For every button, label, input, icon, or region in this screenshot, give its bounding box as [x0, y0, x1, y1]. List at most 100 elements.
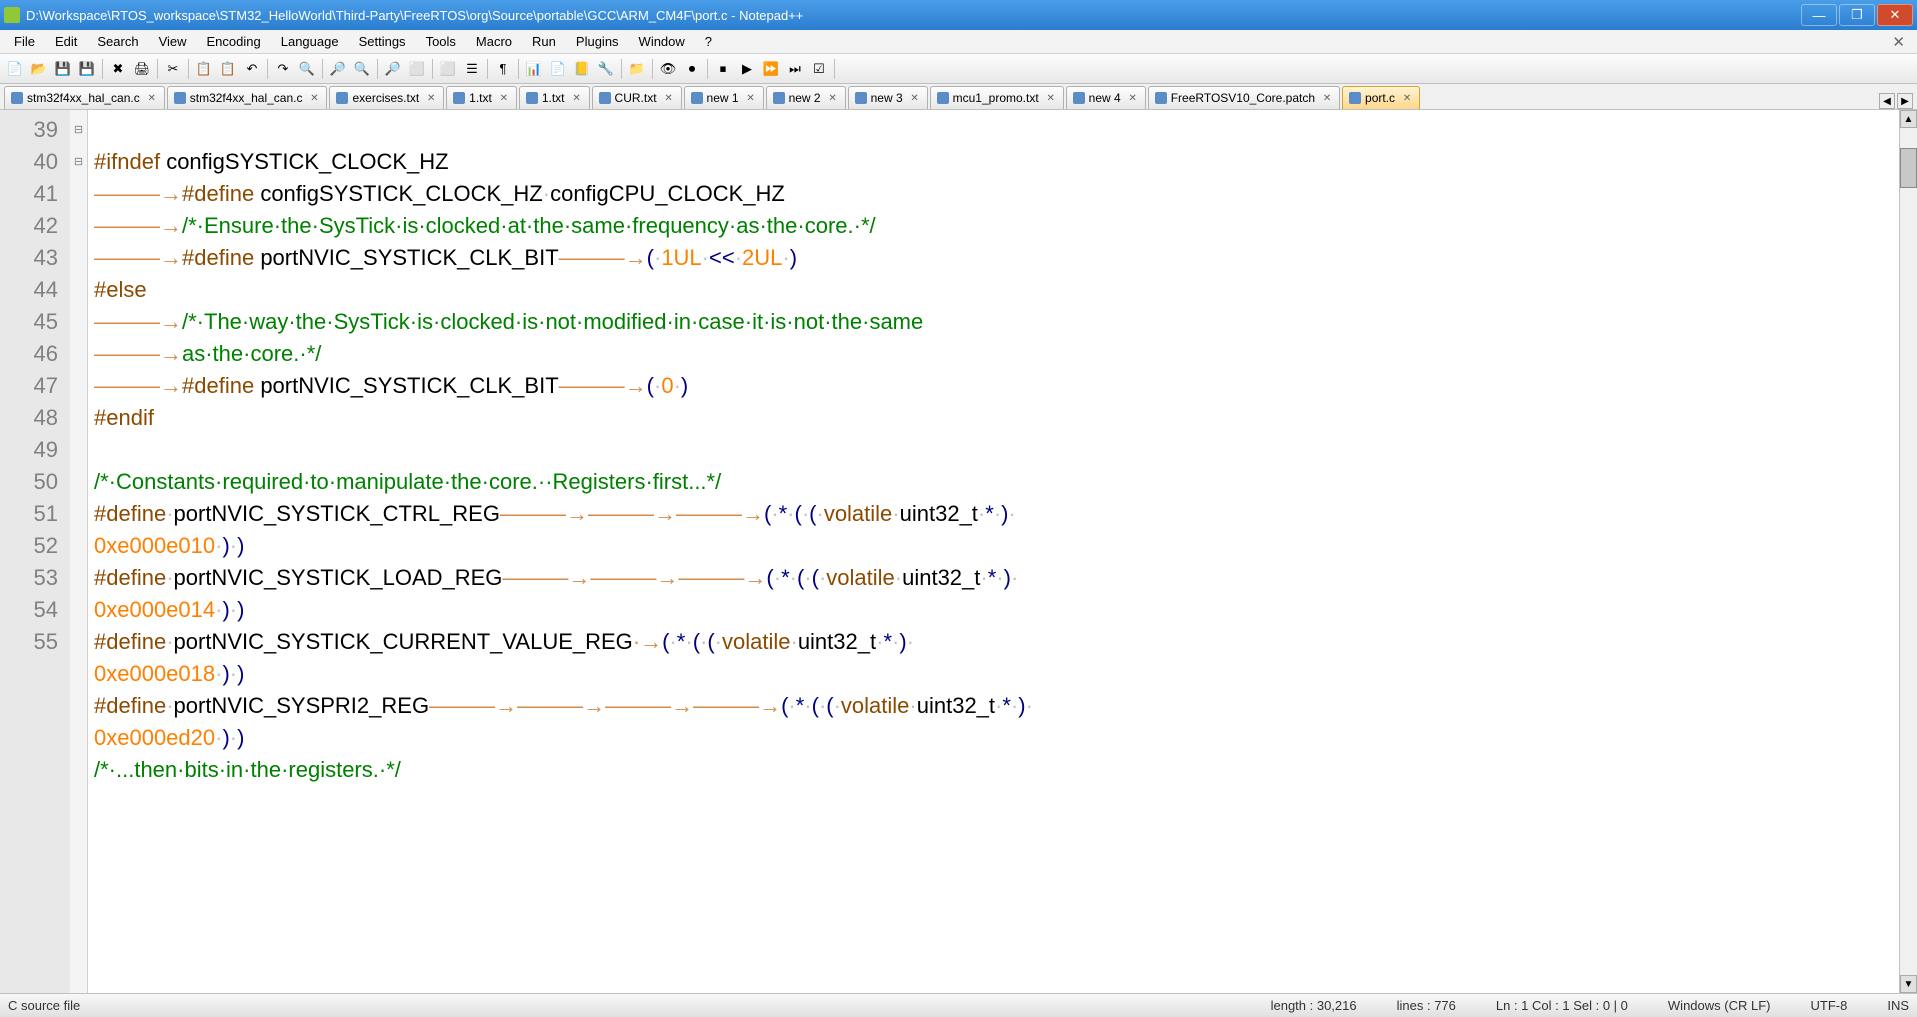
toolbar-btn-23[interactable]: 📁: [626, 58, 648, 80]
tab-new-3[interactable]: new 3✕: [848, 86, 928, 109]
code-line[interactable]: ———→#define configSYSTICK_CLOCK_HZ·confi…: [94, 178, 1893, 210]
code-line[interactable]: /*·...then·bits·in·the·registers.·*/: [94, 754, 1893, 786]
code-line[interactable]: [94, 114, 1893, 146]
menu-language[interactable]: Language: [271, 32, 349, 51]
toolbar-btn-9[interactable]: ↶: [241, 58, 263, 80]
code-line[interactable]: #define·portNVIC_SYSTICK_CURRENT_VALUE_R…: [94, 626, 1893, 658]
toolbar-btn-18[interactable]: ¶: [492, 58, 514, 80]
scroll-thumb[interactable]: [1900, 148, 1917, 188]
minimize-button[interactable]: —: [1801, 4, 1837, 26]
code-line[interactable]: #define·portNVIC_SYSTICK_CTRL_REG———→———…: [94, 498, 1893, 530]
tab-close-icon[interactable]: ✕: [1127, 92, 1139, 104]
code-line[interactable]: #endif: [94, 402, 1893, 434]
code-line[interactable]: [94, 434, 1893, 466]
code-line[interactable]: 0xe000e018·)·): [94, 658, 1893, 690]
toolbar-btn-17[interactable]: ☰: [461, 58, 483, 80]
tab-exercises-txt[interactable]: exercises.txt✕: [329, 86, 444, 109]
toolbar-btn-11[interactable]: 🔍: [296, 58, 318, 80]
toolbar-btn-25[interactable]: ⏺: [681, 58, 703, 80]
code-line[interactable]: 0xe000e014·)·): [94, 594, 1893, 626]
toolbar-btn-3[interactable]: 💾: [76, 58, 98, 80]
menu-encoding[interactable]: Encoding: [197, 32, 271, 51]
code-line[interactable]: 0xe000ed20·)·): [94, 722, 1893, 754]
toolbar-btn-20[interactable]: 📄: [547, 58, 569, 80]
menu-plugins[interactable]: Plugins: [566, 32, 629, 51]
toolbar-btn-27[interactable]: ▶: [736, 58, 758, 80]
scroll-down-button[interactable]: ▼: [1900, 975, 1917, 993]
menu-edit[interactable]: Edit: [45, 32, 87, 51]
fold-marker[interactable]: ⊟: [70, 114, 87, 146]
tab-next-button[interactable]: ▶: [1897, 93, 1913, 109]
tab-port-c[interactable]: port.c✕: [1342, 86, 1420, 109]
tab-1-txt[interactable]: 1.txt✕: [446, 86, 517, 109]
toolbar-btn-16[interactable]: ⬜: [437, 58, 459, 80]
toolbar-btn-5[interactable]: 🖨: [131, 58, 153, 80]
tab-prev-button[interactable]: ◀: [1879, 93, 1895, 109]
tab-close-icon[interactable]: ✕: [308, 92, 320, 104]
toolbar-btn-28[interactable]: ⏩: [760, 58, 782, 80]
tab-close-icon[interactable]: ✕: [1401, 92, 1413, 104]
tab-mcu1-promo-txt[interactable]: mcu1_promo.txt✕: [930, 86, 1064, 109]
toolbar-btn-12[interactable]: 🔎: [327, 58, 349, 80]
tab-new-1[interactable]: new 1✕: [684, 86, 764, 109]
toolbar-btn-6[interactable]: ✂: [162, 58, 184, 80]
tab-close-icon[interactable]: ✕: [745, 92, 757, 104]
toolbar-btn-2[interactable]: 💾: [52, 58, 74, 80]
toolbar-btn-7[interactable]: 📋: [193, 58, 215, 80]
toolbar-btn-10[interactable]: ↷: [272, 58, 294, 80]
maximize-button[interactable]: ❐: [1839, 4, 1875, 26]
tab-close-icon[interactable]: ✕: [663, 92, 675, 104]
scroll-up-button[interactable]: ▲: [1900, 110, 1917, 128]
code-line[interactable]: 0xe000e010·)·): [94, 530, 1893, 562]
toolbar-btn-14[interactable]: 🔎: [382, 58, 404, 80]
code-line[interactable]: #else: [94, 274, 1893, 306]
fold-marker[interactable]: ⊟: [70, 146, 87, 178]
code-line[interactable]: #ifndef configSYSTICK_CLOCK_HZ: [94, 146, 1893, 178]
code-line[interactable]: #define·portNVIC_SYSPRI2_REG———→———→———→…: [94, 690, 1893, 722]
toolbar-btn-26[interactable]: ⏹: [712, 58, 734, 80]
menu-settings[interactable]: Settings: [349, 32, 416, 51]
code-line[interactable]: ———→#define portNVIC_SYSTICK_CLK_BIT———→…: [94, 242, 1893, 274]
menu-view[interactable]: View: [149, 32, 197, 51]
menu-run[interactable]: Run: [522, 32, 566, 51]
menu-macro[interactable]: Macro: [466, 32, 522, 51]
code-line[interactable]: ———→as·the·core.·*/: [94, 338, 1893, 370]
toolbar-btn-1[interactable]: 📂: [28, 58, 50, 80]
tab-close-icon[interactable]: ✕: [827, 92, 839, 104]
tab-freertosv10-core-patch[interactable]: FreeRTOSV10_Core.patch✕: [1148, 86, 1340, 109]
menu-file[interactable]: File: [4, 32, 45, 51]
menu-tools[interactable]: Tools: [416, 32, 466, 51]
tab-close-icon[interactable]: ✕: [571, 92, 583, 104]
code-line[interactable]: ———→#define portNVIC_SYSTICK_CLK_BIT———→…: [94, 370, 1893, 402]
toolbar-btn-0[interactable]: 📄: [4, 58, 26, 80]
menu-help[interactable]: ?: [695, 32, 722, 51]
tab-close-icon[interactable]: ✕: [1321, 92, 1333, 104]
toolbar-btn-30[interactable]: ☑: [808, 58, 830, 80]
toolbar-btn-15[interactable]: ⬜: [406, 58, 428, 80]
code-line[interactable]: ———→/*·The·way·the·SysTick·is·clocked·is…: [94, 306, 1893, 338]
tab-close-icon[interactable]: ✕: [909, 92, 921, 104]
vertical-scrollbar[interactable]: ▲ ▼: [1899, 110, 1917, 993]
menu-window[interactable]: Window: [629, 32, 695, 51]
menu-search[interactable]: Search: [87, 32, 148, 51]
tab-stm32f4xx-hal-can-c[interactable]: stm32f4xx_hal_can.c✕: [4, 86, 165, 109]
code-viewport[interactable]: #ifndef configSYSTICK_CLOCK_HZ———→#defin…: [88, 110, 1899, 993]
close-button[interactable]: ✕: [1877, 4, 1913, 26]
tab-cur-txt[interactable]: CUR.txt✕: [592, 86, 682, 109]
tab-close-icon[interactable]: ✕: [425, 92, 437, 104]
toolbar-btn-21[interactable]: 📒: [571, 58, 593, 80]
toolbar-btn-22[interactable]: 🔧: [595, 58, 617, 80]
code-line[interactable]: ———→/*·Ensure·the·SysTick·is·clocked·at·…: [94, 210, 1893, 242]
tab-stm32f4xx-hal-can-c[interactable]: stm32f4xx_hal_can.c✕: [167, 86, 328, 109]
toolbar-btn-13[interactable]: 🔍: [351, 58, 373, 80]
tab-close-icon[interactable]: ✕: [146, 92, 158, 104]
tab-close-icon[interactable]: ✕: [1045, 92, 1057, 104]
toolbar-btn-24[interactable]: 👁: [657, 58, 679, 80]
tab-close-icon[interactable]: ✕: [498, 92, 510, 104]
tab-1-txt[interactable]: 1.txt✕: [519, 86, 590, 109]
code-line[interactable]: /*·Constants·required·to·manipulate·the·…: [94, 466, 1893, 498]
toolbar-btn-29[interactable]: ⏭: [784, 58, 806, 80]
code-line[interactable]: #define·portNVIC_SYSTICK_LOAD_REG———→———…: [94, 562, 1893, 594]
tab-new-4[interactable]: new 4✕: [1066, 86, 1146, 109]
menubar-close-icon[interactable]: ✕: [1884, 33, 1913, 51]
